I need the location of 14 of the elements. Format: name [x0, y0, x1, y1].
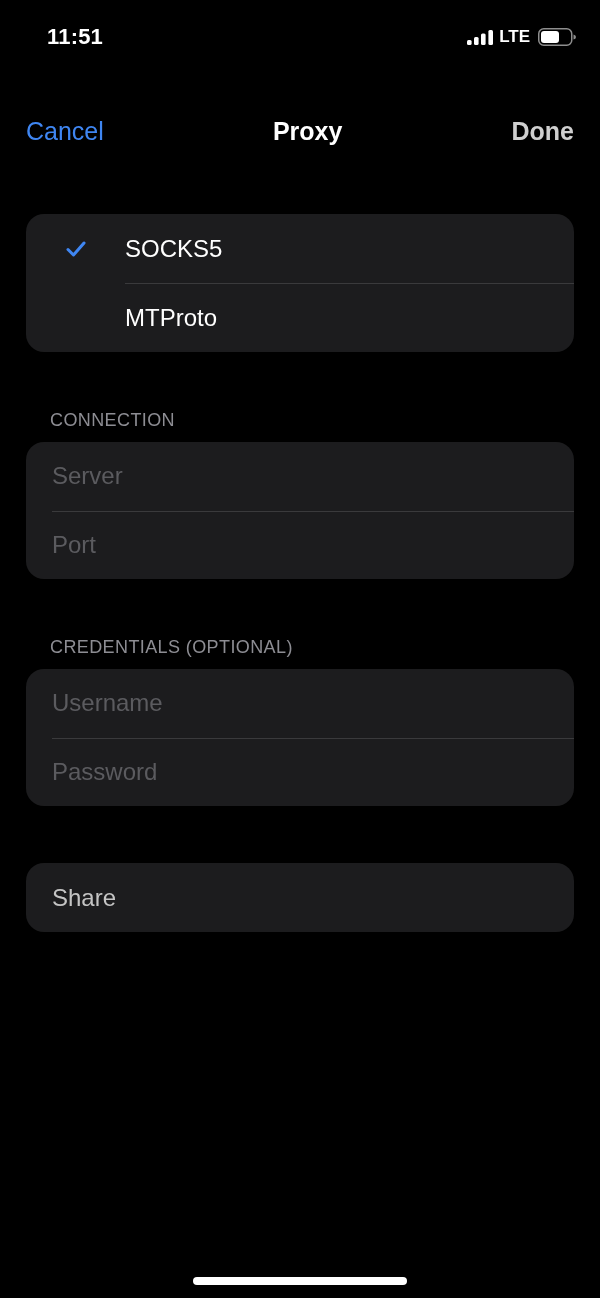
input-field[interactable]: Password: [26, 737, 574, 806]
proxy-type-option[interactable]: MTProto: [26, 283, 574, 352]
input-field[interactable]: Server: [26, 442, 574, 511]
signal-icon: [467, 29, 494, 45]
cancel-button[interactable]: Cancel: [26, 116, 104, 146]
status-time: 11:51: [47, 24, 104, 50]
battery-icon: [538, 28, 576, 46]
proxy-type-option[interactable]: SOCKS5: [26, 214, 574, 283]
network-label: LTE: [499, 27, 530, 47]
input-field[interactable]: Username: [26, 669, 574, 738]
input-field[interactable]: Port: [26, 510, 574, 579]
section-header: CONNECTION: [50, 409, 176, 431]
section-header: CREDENTIALS (OPTIONAL): [50, 636, 294, 658]
nav-title: Proxy: [272, 116, 343, 146]
